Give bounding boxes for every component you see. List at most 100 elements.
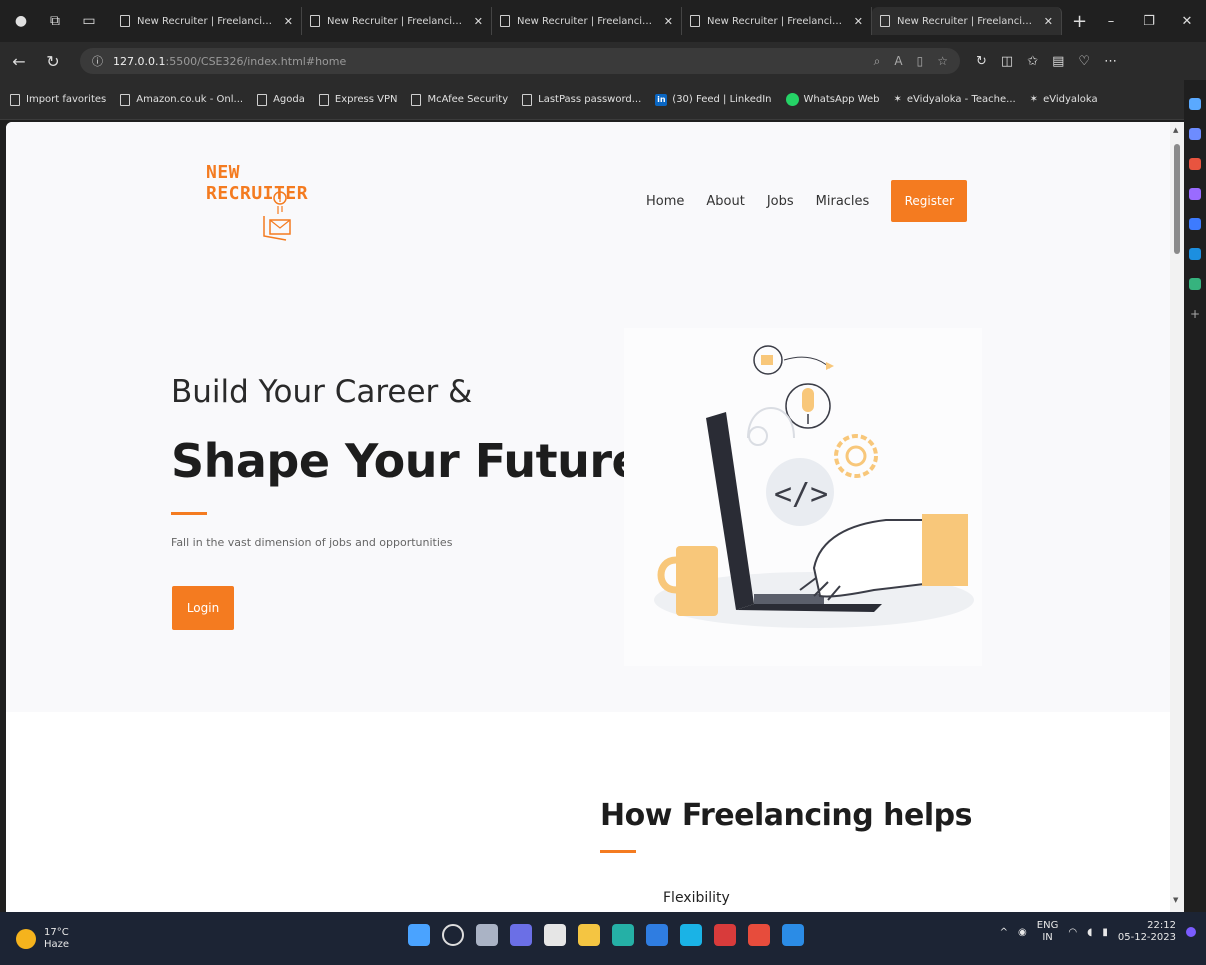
app-icon[interactable] (680, 924, 702, 946)
read-aloud-icon[interactable]: A (894, 54, 902, 69)
hero-divider (171, 512, 207, 515)
more-icon[interactable]: ⋯ (1104, 54, 1117, 69)
nav-miracles[interactable]: Miracles (816, 194, 870, 209)
edge-icon[interactable] (612, 924, 634, 946)
chrome-icon[interactable] (748, 924, 770, 946)
favorite-star-icon[interactable]: ☆ (937, 54, 948, 69)
close-tab-icon[interactable]: ✕ (474, 15, 483, 28)
tray-overflow-icon[interactable]: ^ (1000, 927, 1008, 938)
fav-linkedin[interactable]: in (30) Feed | LinkedIn (655, 93, 772, 106)
page-icon (522, 93, 533, 106)
outlook-icon[interactable] (1189, 248, 1201, 260)
restore-icon[interactable]: ❐ (1130, 14, 1168, 29)
tab-title: New Recruiter | Freelancing from (137, 15, 278, 27)
language-code: ENG (1036, 920, 1059, 931)
nav-jobs[interactable]: Jobs (767, 194, 794, 209)
page-icon (257, 93, 268, 106)
shopping-icon[interactable] (1189, 158, 1201, 170)
profile-icon[interactable]: ● (8, 8, 34, 34)
new-tab-icon[interactable]: + (1072, 11, 1087, 32)
nav-home[interactable]: Home (646, 194, 684, 209)
collections-icon[interactable]: ▤ (1052, 54, 1064, 69)
mcafee-icon[interactable] (714, 924, 736, 946)
notification-icon[interactable] (1186, 927, 1196, 937)
close-window-icon[interactable]: ✕ (1168, 14, 1206, 29)
search-icon[interactable] (442, 924, 464, 946)
browser-tab[interactable]: New Recruiter | Freelancing from ✕ (492, 7, 682, 35)
volume-icon[interactable]: ◖ (1087, 927, 1092, 938)
page-icon (318, 93, 329, 106)
fav-evidyaloka-teacher[interactable]: ✶ eVidyaloka - Teache... (894, 94, 1016, 105)
scroll-up-icon[interactable]: ▲ (1173, 126, 1178, 134)
battery-icon[interactable]: ▮ (1102, 927, 1108, 938)
minimize-icon[interactable]: – (1092, 14, 1130, 29)
mail-icon[interactable] (646, 924, 668, 946)
hero-subtitle: Fall in the vast dimension of jobs and o… (171, 536, 453, 549)
split-icon[interactable]: ◫ (1001, 54, 1013, 69)
tab-title: New Recruiter | Freelancing from (327, 15, 468, 27)
tools-icon[interactable] (1189, 188, 1201, 200)
favorites-bar: Import favorites Amazon.co.uk - Onl... A… (0, 80, 1206, 120)
close-tab-icon[interactable]: ✕ (1044, 15, 1053, 28)
back-icon[interactable]: ← (4, 52, 34, 71)
start-icon[interactable] (408, 924, 430, 946)
tab-title: New Recruiter | Freelancing from (897, 15, 1038, 27)
wifi-icon[interactable]: ◠ (1068, 927, 1077, 938)
drop-icon[interactable] (1189, 278, 1201, 290)
favorites-icon[interactable]: ✩ (1027, 54, 1038, 69)
browser-tab[interactable]: New Recruiter | Freelancing from ✕ (302, 7, 492, 35)
workspaces-icon[interactable]: ⧉ (42, 8, 68, 34)
fav-amazon[interactable]: Amazon.co.uk - Onl... (120, 93, 243, 106)
copilot-icon[interactable] (1189, 128, 1201, 140)
register-button[interactable]: Register (891, 180, 968, 222)
benefit-item-title: Flexibility (663, 890, 730, 906)
address-bar-actions: ⌕ A ▯ ☆ (874, 54, 948, 69)
address-bar[interactable]: ⓘ 127.0.0.1 :5500/CSE326/index.html#home… (80, 48, 960, 74)
scrollbar-thumb[interactable] (1174, 144, 1180, 254)
nav-about[interactable]: About (706, 194, 744, 209)
task-view-icon[interactable] (476, 924, 498, 946)
weather-temp: 17°C (44, 926, 69, 938)
fav-express-vpn[interactable]: Express VPN (318, 93, 397, 106)
fav-import[interactable]: Import favorites (10, 93, 106, 106)
site-info-icon[interactable]: ⓘ (92, 53, 103, 69)
browser-tab[interactable]: New Recruiter | Freelancing from ✕ (112, 7, 302, 35)
tray-app-icon[interactable]: ◉ (1018, 927, 1027, 938)
notepad-icon[interactable] (544, 924, 566, 946)
login-button[interactable]: Login (172, 586, 234, 630)
browser-tab[interactable]: New Recruiter | Freelancing from ✕ (682, 7, 872, 35)
chat-icon[interactable] (510, 924, 532, 946)
site-logo[interactable]: NEW RECRUITER (206, 162, 351, 241)
games-icon[interactable] (1189, 218, 1201, 230)
fav-mcafee[interactable]: McAfee Security (411, 93, 508, 106)
search-icon[interactable] (1189, 98, 1201, 110)
fav-whatsapp[interactable]: WhatsApp Web (785, 93, 880, 106)
file-explorer-icon[interactable] (578, 924, 600, 946)
split-screen-icon[interactable]: ▯ (917, 54, 924, 69)
laptop-coding-illustration: </> (654, 345, 974, 628)
add-sidebar-icon[interactable]: + (1189, 308, 1201, 320)
refresh-page-icon[interactable]: ↻ (976, 54, 987, 69)
fav-label: Agoda (273, 94, 305, 105)
svg-text:</>: </> (774, 477, 828, 512)
clock[interactable]: 22:12 05-12-2023 (1118, 920, 1176, 944)
refresh-icon[interactable]: ↻ (38, 52, 68, 71)
folder-icon (10, 93, 20, 106)
fav-evidyaloka[interactable]: ✶ eVidyaloka (1030, 94, 1098, 105)
tab-actions-icon[interactable]: ▭ (76, 8, 102, 34)
heart-icon[interactable]: ♡ (1078, 54, 1090, 69)
page-icon (500, 15, 510, 27)
fav-lastpass[interactable]: LastPass password... (522, 93, 641, 106)
page-scrollbar[interactable]: ▲ ▼ (1170, 122, 1184, 912)
scroll-down-icon[interactable]: ▼ (1173, 896, 1178, 904)
language-indicator[interactable]: ENG IN (1037, 920, 1059, 944)
browser-tab-active[interactable]: New Recruiter | Freelancing from ✕ (872, 7, 1062, 35)
fav-agoda[interactable]: Agoda (257, 93, 305, 106)
close-tab-icon[interactable]: ✕ (664, 15, 673, 28)
zoom-icon[interactable]: ⌕ (874, 54, 881, 69)
close-tab-icon[interactable]: ✕ (284, 15, 293, 28)
taskbar-apps (408, 924, 804, 946)
weather-widget[interactable]: 17°C Haze (16, 927, 69, 951)
vscode-icon[interactable] (782, 924, 804, 946)
close-tab-icon[interactable]: ✕ (854, 15, 863, 28)
